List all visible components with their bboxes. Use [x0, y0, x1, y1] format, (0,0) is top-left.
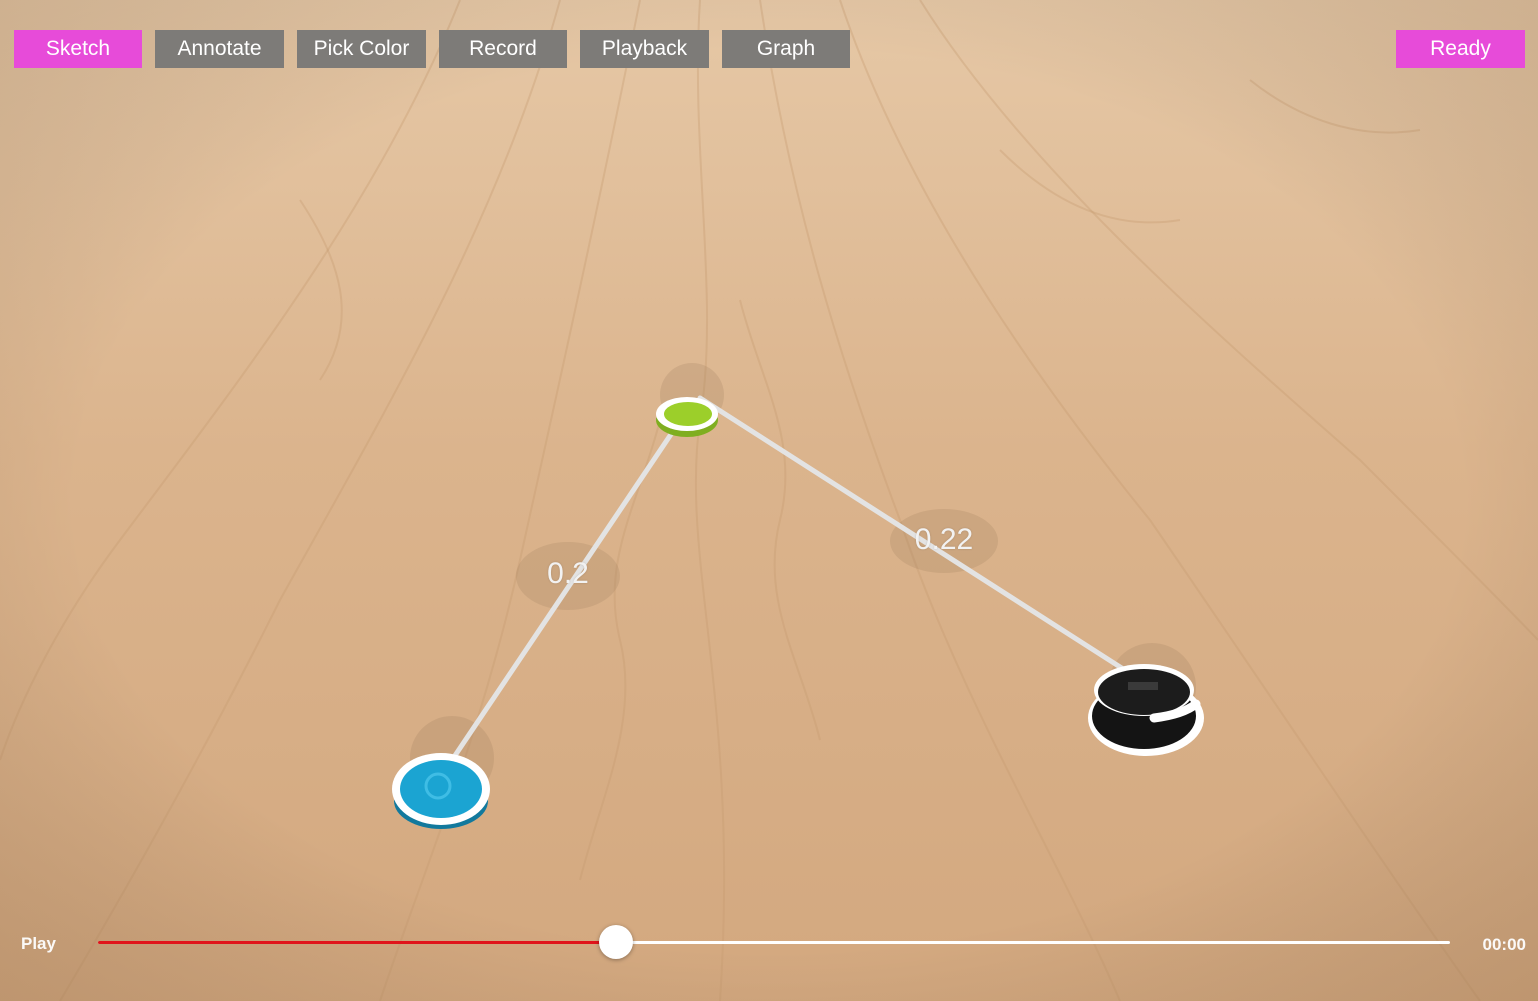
- record-button[interactable]: Record: [439, 30, 567, 68]
- green-puck[interactable]: [656, 397, 718, 437]
- play-button[interactable]: Play: [21, 934, 56, 954]
- playback-slider[interactable]: [98, 925, 1450, 959]
- blue-puck[interactable]: [392, 753, 490, 829]
- slider-progress-fill: [98, 941, 616, 944]
- camera-view: [0, 0, 1538, 1001]
- ready-status-button[interactable]: Ready: [1396, 30, 1525, 68]
- black-puck[interactable]: [1088, 664, 1204, 756]
- time-readout: 00:00: [1482, 935, 1526, 954]
- distance-label-green-black: 0.22: [914, 523, 974, 556]
- annotate-button[interactable]: Annotate: [155, 30, 284, 68]
- pick-color-button[interactable]: Pick Color: [297, 30, 426, 68]
- graph-button[interactable]: Graph: [722, 30, 850, 68]
- slider-thumb[interactable]: [598, 925, 633, 959]
- sketch-button[interactable]: Sketch: [14, 30, 142, 68]
- playback-button[interactable]: Playback: [580, 30, 709, 68]
- distance-label-green-blue: 0.2: [547, 557, 589, 590]
